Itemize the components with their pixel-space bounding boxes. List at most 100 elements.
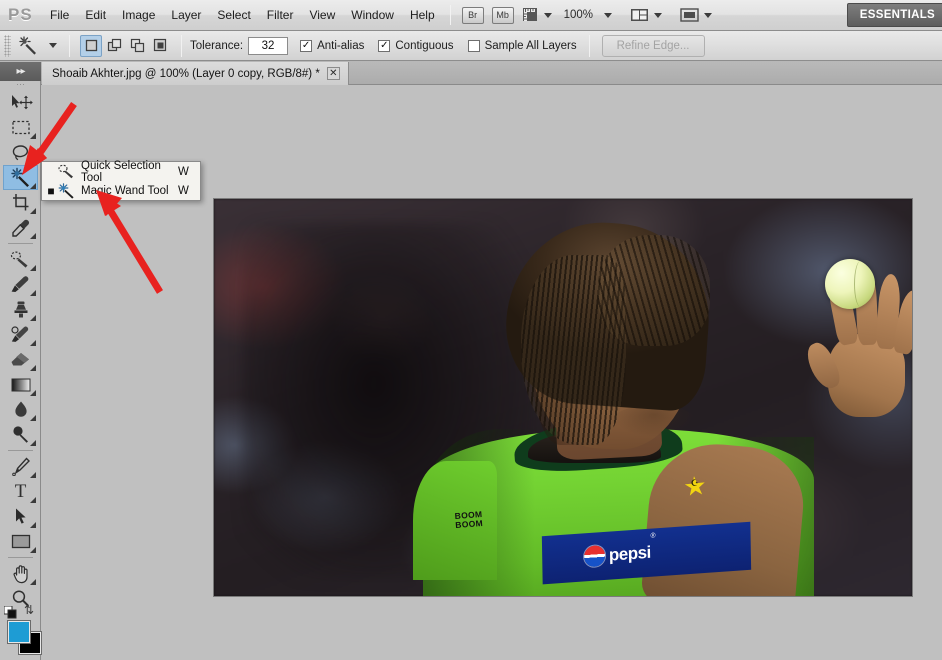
contiguous-checkbox[interactable]: ✓ Contiguous bbox=[378, 39, 454, 52]
magic-wand-icon bbox=[10, 167, 29, 187]
flyout-item-quick-selection-tool[interactable]: Quick Selection Tool W bbox=[42, 159, 200, 184]
tool-submenu-indicator bbox=[30, 390, 36, 396]
magic-wand-tool-flyout-menu[interactable]: Quick Selection Tool W ■ Magic Wand Tool bbox=[41, 159, 201, 201]
launch-bridge-button[interactable]: Br bbox=[461, 6, 484, 24]
quick-selection-icon bbox=[56, 163, 78, 181]
blur-tool[interactable] bbox=[3, 397, 38, 422]
tool-group-divider bbox=[8, 243, 33, 244]
menu-filter[interactable]: Filter bbox=[259, 5, 302, 25]
chevron-down-icon bbox=[704, 12, 713, 18]
launch-mini-bridge-button[interactable]: Mb bbox=[491, 6, 514, 24]
history-brush-tool[interactable] bbox=[3, 322, 38, 347]
move-tool[interactable] bbox=[3, 90, 38, 115]
menu-select[interactable]: Select bbox=[209, 5, 258, 25]
pepsi-globe-icon bbox=[583, 544, 606, 568]
subtract-from-selection-button[interactable] bbox=[126, 35, 148, 57]
crop-tool[interactable] bbox=[3, 190, 38, 215]
tool-group-divider bbox=[8, 557, 33, 558]
move-tool-icon bbox=[11, 95, 33, 110]
pen-tool[interactable] bbox=[3, 454, 38, 479]
add-to-selection-button[interactable] bbox=[103, 35, 125, 57]
path-selection-tool[interactable] bbox=[3, 504, 38, 529]
menu-window[interactable]: Window bbox=[343, 5, 402, 25]
flyout-item-magic-wand-tool[interactable]: ■ Magic Wand Tool W bbox=[42, 181, 200, 200]
zoom-level-dropdown[interactable] bbox=[598, 5, 614, 25]
intersect-with-selection-button[interactable] bbox=[149, 35, 171, 57]
crescent-glyph: ☪ bbox=[689, 477, 699, 489]
eraser-tool[interactable] bbox=[3, 347, 38, 372]
menu-image[interactable]: Image bbox=[114, 5, 163, 25]
arrange-documents-icon bbox=[631, 9, 649, 21]
spot-healing-brush-tool[interactable] bbox=[3, 247, 38, 272]
collapse-tools-panel-button[interactable]: ▸▸ bbox=[0, 62, 41, 81]
flyout-item-label: Magic Wand Tool bbox=[81, 184, 169, 197]
lasso-icon bbox=[12, 144, 28, 160]
options-bar-grip[interactable] bbox=[4, 34, 11, 57]
menu-bar: PS File Edit Image Layer Select Filter V… bbox=[0, 0, 942, 31]
tool-preset-dropdown[interactable] bbox=[43, 36, 59, 56]
tools-panel-grip[interactable] bbox=[16, 83, 25, 87]
clone-stamp-tool[interactable] bbox=[3, 297, 38, 322]
document-tab-title: Shoaib Akhter.jpg @ 100% (Layer 0 copy, … bbox=[52, 67, 320, 80]
checkbox-box: ✓ bbox=[378, 39, 391, 52]
lasso-tool[interactable] bbox=[3, 140, 38, 165]
tool-submenu-indicator bbox=[30, 133, 36, 139]
default-colors-icon[interactable] bbox=[4, 606, 17, 619]
tool-submenu-indicator bbox=[30, 340, 36, 346]
new-selection-button[interactable] bbox=[80, 34, 102, 57]
document-image-canvas[interactable]: BOOM BOOM ★ ☪ pepsi ® bbox=[213, 198, 913, 597]
swap-colors-icon[interactable]: ⇅ bbox=[24, 604, 37, 617]
anti-alias-checkbox[interactable]: ✓ Anti-alias bbox=[300, 39, 364, 52]
arrange-documents-button[interactable] bbox=[628, 5, 664, 25]
rectangular-marquee-tool[interactable] bbox=[3, 115, 38, 140]
tool-preset-picker[interactable] bbox=[15, 34, 41, 58]
eyedropper-tool[interactable] bbox=[3, 215, 38, 240]
healing-brush-icon bbox=[10, 251, 28, 268]
tool-submenu-indicator bbox=[30, 497, 36, 503]
add-to-selection-icon bbox=[107, 38, 121, 52]
boom-line-2: BOOM bbox=[454, 517, 484, 530]
sample-all-layers-label: Sample All Layers bbox=[484, 39, 577, 52]
rectangle-shape-tool[interactable] bbox=[3, 529, 38, 554]
options-bar: Tolerance: ✓ Anti-alias ✓ Contiguous Sam… bbox=[0, 31, 942, 61]
menu-file[interactable]: File bbox=[42, 5, 77, 25]
blur-droplet-icon bbox=[14, 401, 27, 417]
document-tab[interactable]: Shoaib Akhter.jpg @ 100% (Layer 0 copy, … bbox=[42, 62, 349, 85]
registered-trademark-symbol: ® bbox=[650, 531, 656, 540]
sample-all-layers-checkbox[interactable]: Sample All Layers bbox=[467, 39, 577, 52]
brush-tool[interactable] bbox=[3, 272, 38, 297]
tool-submenu-indicator bbox=[30, 440, 36, 446]
close-icon[interactable]: ✕ bbox=[326, 67, 340, 80]
document-tab-bar: Shoaib Akhter.jpg @ 100% (Layer 0 copy, … bbox=[41, 62, 942, 85]
flyout-item-shortcut: W bbox=[178, 165, 189, 178]
pakistan-star-emblem: ★ ☪ bbox=[680, 470, 709, 502]
gradient-tool[interactable] bbox=[3, 372, 38, 397]
workspace-essentials-button[interactable]: ESSENTIALS bbox=[846, 3, 942, 27]
flyout-selected-marker: ■ bbox=[47, 183, 55, 198]
refine-edge-button[interactable]: Refine Edge... bbox=[601, 34, 705, 57]
tolerance-label: Tolerance: bbox=[190, 39, 244, 52]
tolerance-input[interactable] bbox=[248, 36, 289, 55]
foreground-color-swatch[interactable] bbox=[8, 621, 30, 643]
menu-layer[interactable]: Layer bbox=[163, 5, 209, 25]
cricket-ball-seam bbox=[853, 260, 867, 307]
hand-tool[interactable] bbox=[3, 561, 38, 586]
color-swatches: ⇅ bbox=[0, 604, 41, 660]
contiguous-label: Contiguous bbox=[395, 39, 454, 52]
screen-mode-button[interactable] bbox=[678, 5, 714, 25]
flyout-item-label: Quick Selection Tool bbox=[81, 159, 161, 184]
menu-view[interactable]: View bbox=[301, 5, 343, 25]
tool-submenu-indicator bbox=[30, 158, 36, 164]
tools-list: T ⇅ bbox=[0, 81, 41, 660]
dodge-tool[interactable] bbox=[3, 422, 38, 447]
horizontal-type-tool[interactable]: T bbox=[3, 479, 38, 504]
view-extras-button[interactable] bbox=[520, 5, 554, 25]
intersect-with-selection-icon bbox=[153, 38, 166, 52]
menu-edit[interactable]: Edit bbox=[77, 5, 114, 25]
menu-help[interactable]: Help bbox=[402, 5, 443, 25]
subtract-from-selection-icon bbox=[130, 38, 144, 53]
eyedropper-icon bbox=[11, 219, 29, 237]
magic-wand-tool[interactable] bbox=[3, 165, 38, 190]
tool-submenu-indicator bbox=[30, 183, 36, 189]
tool-submenu-indicator bbox=[30, 547, 36, 553]
